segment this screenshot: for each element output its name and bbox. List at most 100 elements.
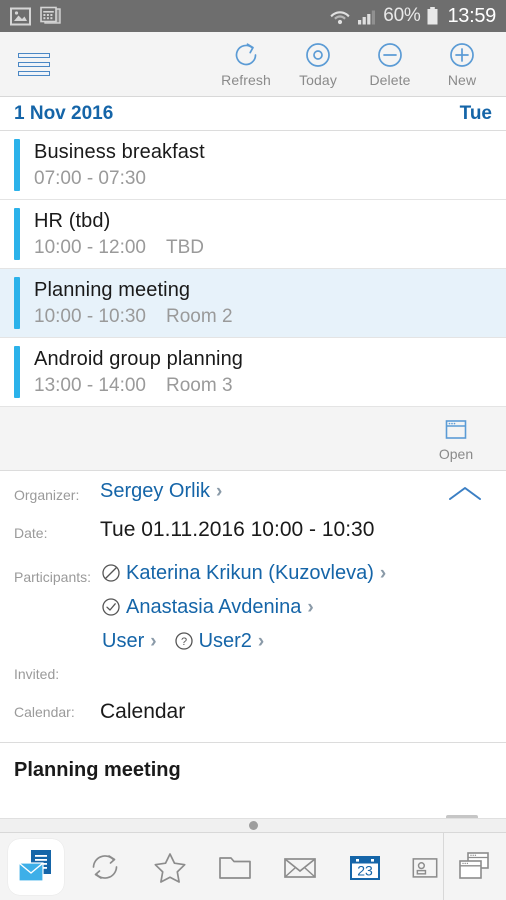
sync-arrows-icon <box>92 854 117 879</box>
hamburger-bar <box>18 52 50 58</box>
today-button[interactable]: Today <box>282 40 354 88</box>
participant-name: Katerina Krikun (Kuzovleva) <box>126 561 374 584</box>
favorites-button[interactable] <box>137 833 202 900</box>
chevron-right-icon: › <box>257 630 265 652</box>
delete-minus-icon <box>378 43 402 67</box>
wifi-icon <box>330 10 350 24</box>
event-meta: 07:00 - 07:30 <box>34 168 205 190</box>
event-meta: 10:00 - 10:30 Room 2 <box>34 306 233 328</box>
panel-drag-strip[interactable] <box>0 818 506 832</box>
event-list: Business breakfast 07:00 - 07:30 HR (tbd… <box>0 131 506 407</box>
refresh-button[interactable]: Refresh <box>210 40 282 88</box>
invited-row: Invited: <box>0 658 506 696</box>
hamburger-bar <box>18 61 50 67</box>
toolbar-actions: Refresh Today Delete New <box>210 40 506 88</box>
invited-value <box>100 658 492 659</box>
mail-button[interactable] <box>267 833 332 900</box>
hamburger-bar <box>18 70 50 76</box>
event-location: Room 2 <box>165 305 233 327</box>
open-button[interactable]: Open <box>424 415 488 462</box>
windows-button[interactable] <box>444 833 506 900</box>
participant-name: User2 <box>198 629 252 652</box>
event-detail-panel: Organizer: Sergey Orlik › Date: Tue 01.1… <box>0 471 506 734</box>
participant-item[interactable]: Katerina Krikun (Kuzovleva) › <box>100 556 492 590</box>
chevron-right-icon: › <box>379 562 387 584</box>
delete-button[interactable]: Delete <box>354 40 426 88</box>
organizer-link[interactable]: Sergey Orlik › <box>100 480 222 503</box>
participants-row: Participants: Katerina Krikun (Kuzovleva… <box>0 555 506 658</box>
tentative-question-circle-icon: ? <box>174 632 193 650</box>
mail-document-app-icon <box>18 849 51 882</box>
participant-name-link[interactable]: Anastasia Avdenina › <box>126 596 314 619</box>
status-clock: 13:59 <box>447 4 496 27</box>
organizer-value: Sergey Orlik › <box>100 479 492 503</box>
subject-section: Planning meeting <box>0 742 506 804</box>
app-launcher-button[interactable] <box>0 833 72 900</box>
event-text-block: Android group planning 13:00 - 14:00 Roo… <box>20 338 243 406</box>
date-header-date: 1 Nov 2016 <box>14 102 114 124</box>
participant-name: Anastasia Avdenina <box>126 595 302 618</box>
event-location: Room 3 <box>165 374 233 396</box>
organizer-label: Organizer: <box>14 487 80 503</box>
bottom-navigation-bar: 23 <box>0 832 506 900</box>
app-tile <box>8 838 64 895</box>
event-time: 10:00 - 10:30 <box>34 305 146 327</box>
image-icon <box>10 7 31 25</box>
new-button[interactable]: New <box>426 40 498 88</box>
event-time: 07:00 - 07:30 <box>34 167 146 189</box>
contacts-button[interactable] <box>397 833 443 900</box>
event-time: 13:00 - 14:00 <box>34 374 146 396</box>
event-row-selected[interactable]: Planning meeting 10:00 - 10:30 Room 2 <box>0 269 506 338</box>
participant-item-group: User › ? User2 › <box>100 624 492 658</box>
participant-item[interactable]: Anastasia Avdenina › <box>100 590 492 624</box>
svg-text:?: ? <box>181 636 187 648</box>
event-title: Android group planning <box>34 347 244 370</box>
event-title: Business breakfast <box>34 140 205 163</box>
today-target-icon <box>306 43 330 67</box>
event-text-block: HR (tbd) 10:00 - 12:00 TBD <box>20 200 204 268</box>
event-row[interactable]: Business breakfast 07:00 - 07:30 <box>0 131 506 200</box>
hamburger-menu-icon[interactable] <box>14 49 54 79</box>
envelope-icon <box>283 857 316 878</box>
participants-label: Participants: <box>14 569 92 585</box>
organizer-name: Sergey Orlik <box>100 480 211 502</box>
open-label: Open <box>438 446 474 462</box>
event-time: 10:00 - 12:00 <box>34 236 146 258</box>
calendar-value: Calendar <box>100 700 186 723</box>
event-row[interactable]: HR (tbd) 10:00 - 12:00 TBD <box>0 200 506 269</box>
battery-percent-label: 60% <box>383 5 421 26</box>
contact-card-icon <box>412 857 438 878</box>
date-row: Date: Tue 01.11.2016 10:00 - 10:30 <box>0 517 506 555</box>
participant-name-link[interactable]: Katerina Krikun (Kuzovleva) › <box>126 562 386 585</box>
open-window-icon <box>445 420 467 439</box>
open-action-strip: Open <box>0 407 506 471</box>
sync-button[interactable] <box>72 833 137 900</box>
subject-title: Planning meeting <box>14 759 181 781</box>
chevron-right-icon: › <box>150 630 157 652</box>
invited-label: Invited: <box>14 666 60 682</box>
date-value: Tue 01.11.2016 10:00 - 10:30 <box>100 518 375 541</box>
declined-circle-slash-icon <box>102 564 120 582</box>
new-label: New <box>447 72 477 88</box>
windows-stack-icon <box>459 851 489 879</box>
event-title: HR (tbd) <box>34 209 111 232</box>
participant-name-link[interactable]: User2 › <box>199 630 265 653</box>
folders-button[interactable] <box>202 833 267 900</box>
date-label: Date: <box>14 525 48 541</box>
today-label: Today <box>299 72 337 88</box>
calendar-button-active[interactable]: 23 <box>332 833 397 900</box>
chevron-right-icon: › <box>307 596 314 618</box>
event-row[interactable]: Android group planning 13:00 - 14:00 Roo… <box>0 338 506 407</box>
drag-handle-dot[interactable] <box>248 821 258 830</box>
top-toolbar: Refresh Today Delete New <box>0 32 506 97</box>
collapse-details-button[interactable] <box>440 479 490 511</box>
event-title: Planning meeting <box>34 278 191 301</box>
folder-icon <box>218 856 251 879</box>
calendar-23-icon: 23 <box>349 855 380 880</box>
status-bar-right-icons: 60% 13:59 <box>329 5 496 28</box>
accepted-check-circle-icon <box>102 598 120 616</box>
new-plus-icon <box>450 43 474 67</box>
star-icon <box>153 852 186 883</box>
participant-name-link[interactable]: User › <box>102 630 157 653</box>
cell-signal-icon <box>358 10 376 24</box>
